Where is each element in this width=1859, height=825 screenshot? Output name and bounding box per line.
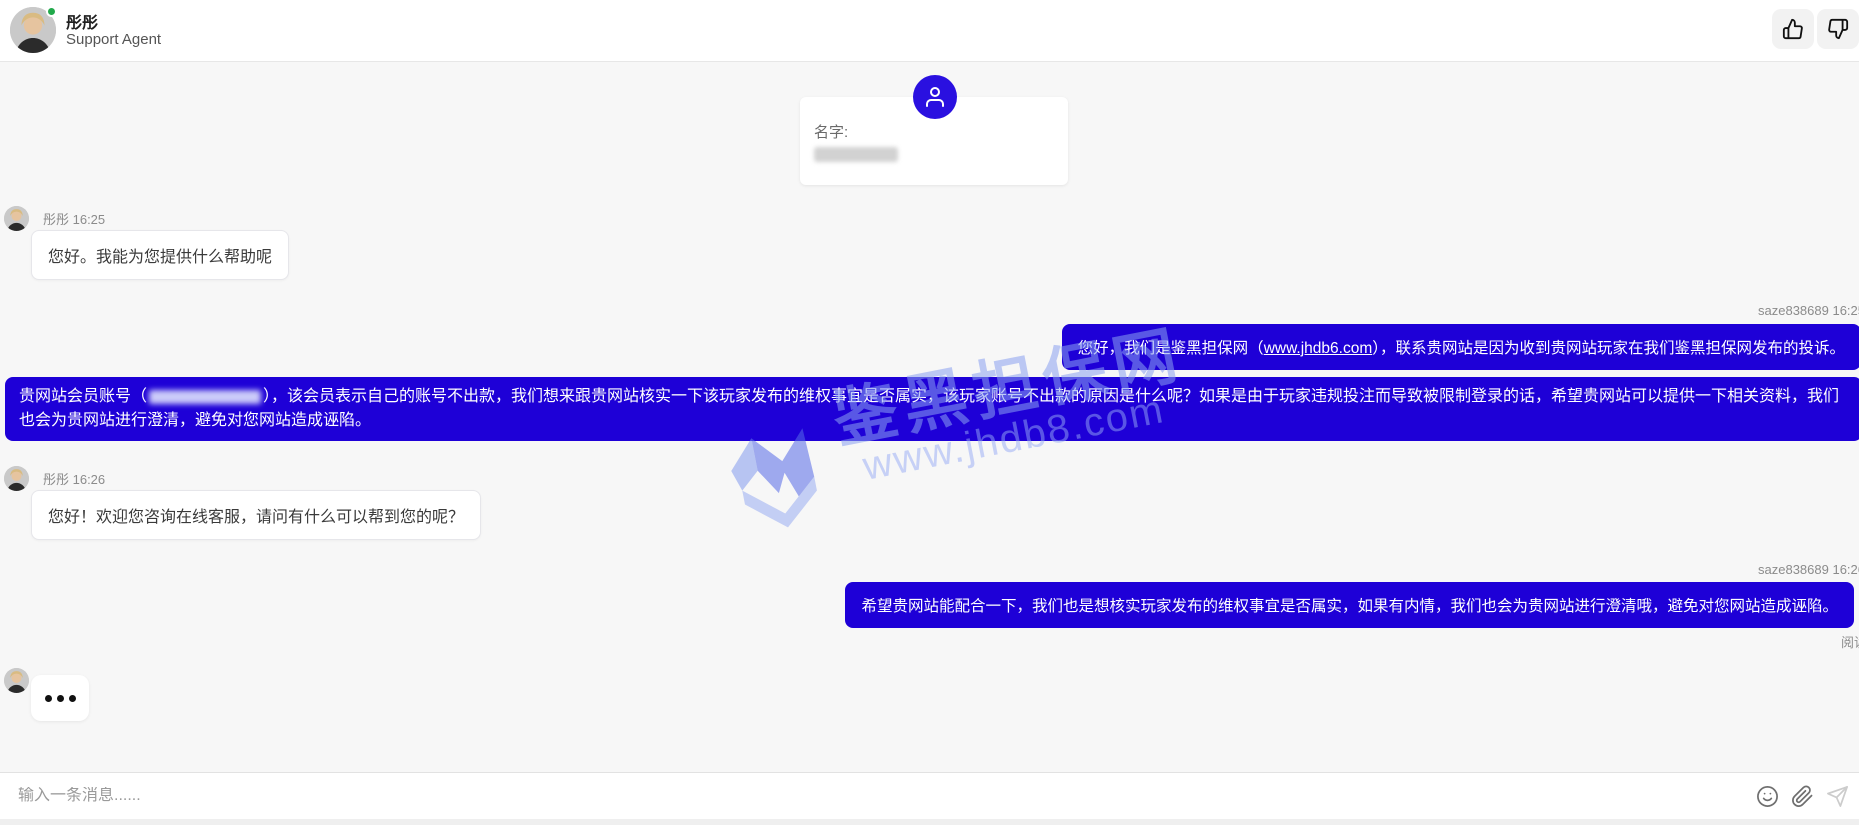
message-meta: saze838689 16:25 [1758,303,1859,318]
thumbs-down-button[interactable] [1817,9,1859,49]
agent-role: Support Agent [66,31,161,48]
visitor-user-icon [913,75,957,119]
visitor-name-redacted-value [814,147,898,162]
thumbs-up-icon [1782,18,1804,40]
message-meta: 彤彤 16:25 [43,209,105,228]
send-icon[interactable] [1826,785,1849,808]
chat-window: 彤彤 Support Agent 名字: 彤彤 16:25 您好。我能为您提供什… [0,0,1859,825]
redacted-account-number [149,390,261,404]
message-text: 您好，我们是鉴黑担保网（ [1078,340,1264,357]
attachment-icon[interactable] [1791,785,1814,808]
bottom-strip [0,819,1859,825]
message-meta: 彤彤 16:26 [43,469,105,488]
visitor-message-bubble: 希望贵网站能配合一下，我们也是想核实玩家发布的维权事宜是否属实，如果有内情，我们… [845,582,1854,628]
visitor-message-bubble: 您好，我们是鉴黑担保网（www.jhdb6.com），联系贵网站是因为收到贵网站… [1062,324,1859,370]
thumbs-down-icon [1827,18,1849,40]
agent-message-bubble: 您好！欢迎您咨询在线客服，请问有什么可以帮到您的呢？ [31,490,481,540]
visitor-message-bubble-wide: 贵网站会员账号（），该会员表示自己的账号不出款，我们想来跟贵网站核实一下该玩家发… [5,377,1859,441]
visitor-name-label: 名字: [814,121,848,142]
thumbs-up-button[interactable] [1772,9,1814,49]
message-avatar [4,206,29,231]
agent-name: 彤彤 [66,9,98,33]
composer-icons [1756,785,1859,808]
message-text: ），联系贵网站是因为收到贵网站玩家在我们鉴黑担保网发布的投诉。 [1372,340,1845,357]
message-meta: saze838689 16:26 [1758,562,1859,577]
message-text: ），该会员表示自己的账号不出款，我们想来跟贵网站核实一下该玩家发布的维权事宜是否… [19,388,1839,429]
message-avatar [4,668,29,693]
emoji-icon[interactable] [1756,785,1779,808]
message-text: 贵网站会员账号（ [19,388,147,405]
chat-header: 彤彤 Support Agent [0,0,1859,62]
agent-message-bubble: 您好。我能为您提供什么帮助呢 [31,230,289,280]
read-receipt: 阅读 [1841,632,1859,651]
typing-indicator [31,675,89,721]
message-composer [0,772,1859,819]
online-status-dot [46,6,57,17]
message-input[interactable] [0,787,1756,805]
message-link[interactable]: www.jhdb6.com [1264,340,1373,357]
message-avatar [4,466,29,491]
